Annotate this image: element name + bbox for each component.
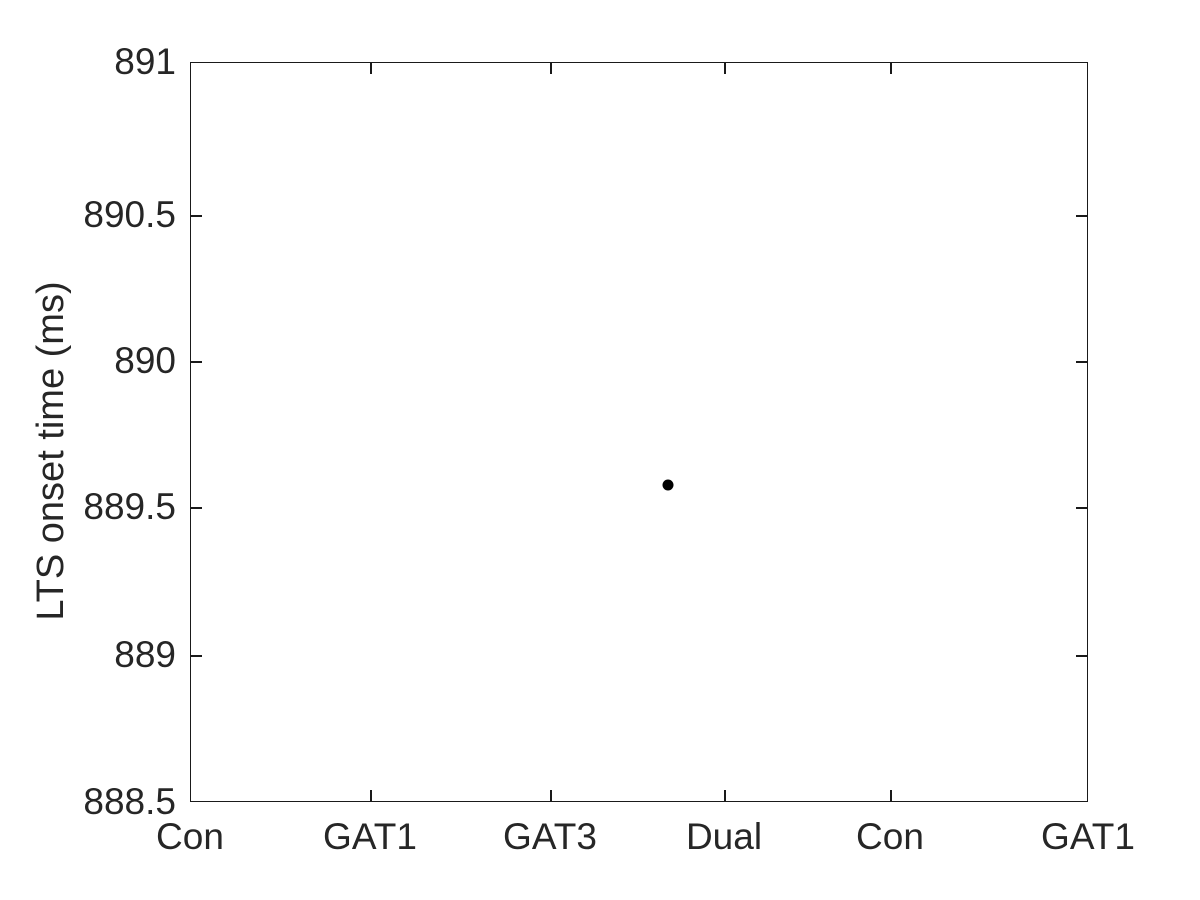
y-tick-mark-right — [1076, 507, 1087, 509]
plot-area[interactable] — [190, 62, 1088, 802]
x-tick-label: GAT1 — [1041, 816, 1135, 857]
x-tick-mark-bottom — [890, 790, 892, 801]
figure-canvas: LTS onset time (ms) 891 890.5 890 889.5 889 8… — [0, 0, 1200, 900]
x-tick-label: Dual — [685, 816, 763, 857]
x-tick-mark-bottom — [550, 790, 552, 801]
y-tick-mark-left — [191, 361, 202, 363]
data-point[interactable] — [662, 479, 674, 491]
x-tick-mark-top — [724, 63, 726, 74]
y-tick-mark-right — [1076, 655, 1087, 657]
y-tick-mark-right — [1076, 215, 1087, 217]
x-tick-mark-top — [550, 63, 552, 74]
x-tick-label: GAT3 — [503, 816, 597, 857]
y-tick-mark-left — [191, 215, 202, 217]
x-tick-label: Con — [856, 816, 924, 857]
x-tick-label: GAT1 — [323, 816, 417, 857]
y-tick-mark-left — [191, 507, 202, 509]
x-tick-label: Con — [156, 816, 224, 857]
y-tick-mark-right — [1076, 361, 1087, 363]
x-tick-mark-bottom — [370, 790, 372, 801]
x-tick-mark-top — [370, 63, 372, 74]
x-tick-mark-bottom — [724, 790, 726, 801]
x-tick-mark-top — [890, 63, 892, 74]
y-tick-mark-left — [191, 655, 202, 657]
